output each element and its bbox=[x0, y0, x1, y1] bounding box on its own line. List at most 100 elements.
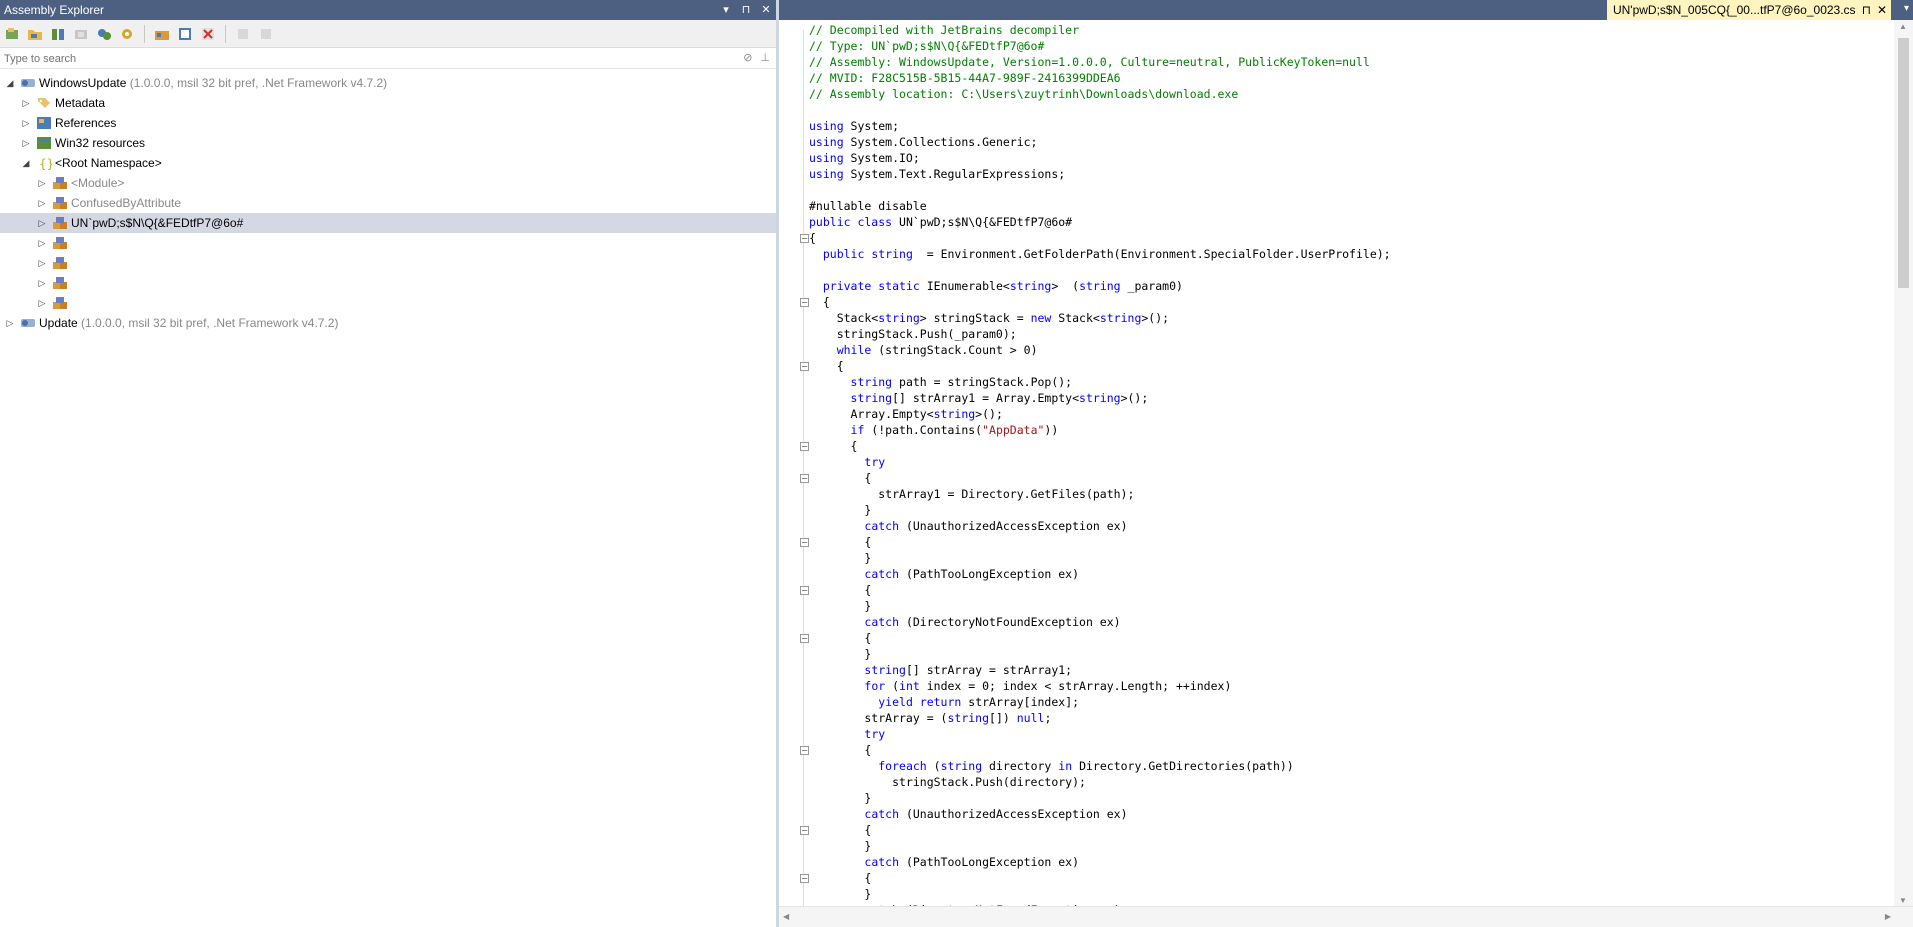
expand-arrow-icon[interactable]: ▷ bbox=[36, 233, 48, 253]
search-input[interactable] bbox=[0, 49, 726, 69]
scroll-down-icon[interactable]: ▼ bbox=[1899, 896, 1907, 905]
code-line: } bbox=[809, 646, 871, 662]
code-keyword: catch bbox=[864, 855, 900, 869]
export-button[interactable] bbox=[175, 24, 195, 44]
tag-icon bbox=[36, 96, 52, 110]
fold-gutter bbox=[803, 30, 804, 907]
fold-toggle-icon[interactable]: − bbox=[800, 362, 809, 371]
expand-arrow-icon[interactable]: ▷ bbox=[36, 293, 48, 313]
panel-close-button[interactable]: ✕ bbox=[760, 0, 772, 20]
expand-arrow-icon[interactable]: ▷ bbox=[36, 193, 48, 213]
namespace-icon: {} bbox=[36, 156, 54, 171]
code-text: } bbox=[809, 599, 872, 613]
scroll-up-icon[interactable]: ▲ bbox=[1899, 22, 1907, 31]
fold-toggle-icon[interactable]: − bbox=[800, 874, 809, 883]
vertical-scrollbar[interactable]: ▲ ▼ bbox=[1894, 20, 1913, 907]
tree-node[interactable]: ▷ bbox=[0, 253, 776, 273]
scrollbar-thumb[interactable] bbox=[1898, 38, 1909, 288]
scroll-left-icon[interactable]: ◀ bbox=[783, 912, 789, 921]
assembly-icon bbox=[20, 316, 36, 330]
panel-pin-button[interactable]: ⊓ bbox=[740, 0, 752, 20]
assembly-list-button[interactable] bbox=[152, 24, 172, 44]
tree-node[interactable]: ▷ Update (1.0.0.0, msil 32 bit pref, .Net… bbox=[0, 313, 776, 333]
fold-toggle-icon[interactable]: − bbox=[800, 826, 809, 835]
horizontal-scrollbar[interactable]: ◀ ▶ bbox=[779, 906, 1913, 927]
panel-menu-button[interactable]: ▾ bbox=[720, 0, 732, 20]
collapse-arrow-icon[interactable]: ◢ bbox=[4, 73, 16, 93]
export-icon bbox=[179, 27, 191, 40]
fold-toggle-icon[interactable]: − bbox=[800, 586, 809, 595]
tab-overflow-icon[interactable]: ▾ bbox=[1904, 3, 1909, 14]
panel-title-bar: Assembly Explorer ▾ ⊓ ✕ bbox=[0, 0, 776, 20]
tree-node[interactable]: ▷ <Module> bbox=[0, 173, 776, 193]
code-text: strArray[index]; bbox=[961, 695, 1080, 709]
code-line: } bbox=[809, 598, 871, 614]
expand-arrow-icon[interactable]: ▷ bbox=[20, 113, 32, 133]
code-line: catch (DirectoryNotFoundException ex) bbox=[809, 614, 1121, 630]
fold-toggle-icon[interactable]: − bbox=[800, 442, 809, 451]
tree-node[interactable]: ▷ bbox=[0, 233, 776, 253]
code-text: } bbox=[809, 503, 872, 517]
code-keyword: foreach bbox=[878, 759, 927, 773]
search-options-icon[interactable]: ⊘ bbox=[743, 51, 752, 64]
fold-toggle-icon[interactable]: − bbox=[800, 634, 809, 643]
code-view[interactable]: // Decompiled with JetBrains decompiler /… bbox=[779, 20, 1894, 907]
tree-node[interactable]: ▷ Metadata bbox=[0, 93, 776, 113]
tree-node[interactable]: ▷ bbox=[0, 293, 776, 313]
open-process-button[interactable] bbox=[94, 24, 114, 44]
open-gac-button[interactable] bbox=[71, 24, 91, 44]
tree-node[interactable]: ▷ Win32 resources bbox=[0, 133, 776, 153]
back-button[interactable] bbox=[233, 24, 253, 44]
code-line: yield return strArray[index]; bbox=[809, 694, 1079, 710]
fold-toggle-icon[interactable]: − bbox=[800, 538, 809, 547]
fold-toggle-icon[interactable]: − bbox=[800, 234, 809, 243]
open-nuget-button[interactable] bbox=[48, 24, 68, 44]
tree-node-label: ConfusedByAttribute bbox=[71, 196, 182, 210]
code-text: _param0) bbox=[1120, 279, 1183, 293]
tree-node[interactable]: ▷ bbox=[0, 273, 776, 293]
gear-icon bbox=[122, 28, 132, 39]
tab-close-icon[interactable]: ✕ bbox=[1877, 0, 1887, 20]
fold-toggle-icon[interactable]: − bbox=[800, 474, 809, 483]
expand-arrow-icon[interactable]: ▷ bbox=[36, 173, 48, 193]
code-line: { bbox=[809, 742, 871, 758]
collapse-arrow-icon[interactable]: ◢ bbox=[20, 153, 32, 173]
code-text: Array.Empty< bbox=[809, 407, 934, 421]
code-keyword: catch bbox=[864, 807, 900, 821]
open-folder-button[interactable] bbox=[25, 24, 45, 44]
open-assembly-button[interactable] bbox=[2, 24, 22, 44]
tree-node[interactable]: ◢ {}<Root Namespace> bbox=[0, 153, 776, 173]
code-text: } bbox=[809, 887, 872, 901]
code-keyword: for bbox=[864, 679, 886, 693]
code-text: [] strArray1 = Array.Empty< bbox=[892, 391, 1080, 405]
tree-node[interactable]: ▷ References bbox=[0, 113, 776, 133]
expand-arrow-icon[interactable]: ▷ bbox=[4, 313, 16, 333]
tree-node[interactable]: ◢ WindowsUpdate (1.0.0.0, msil 32 bit pre… bbox=[0, 73, 776, 93]
code-text: (DirectoryNotFoundException ex) bbox=[899, 615, 1121, 629]
code-text: strArray1 = Directory.GetFiles(path); bbox=[809, 487, 1135, 501]
fold-toggle-icon[interactable]: − bbox=[800, 746, 809, 755]
fold-toggle-icon[interactable]: − bbox=[800, 298, 809, 307]
expand-arrow-icon[interactable]: ▷ bbox=[20, 93, 32, 113]
scroll-right-icon[interactable]: ▶ bbox=[1885, 912, 1891, 921]
expand-arrow-icon[interactable]: ▷ bbox=[36, 273, 48, 293]
pin-icon[interactable]: ⊥ bbox=[760, 51, 770, 64]
code-line: using System.Collections.Generic; bbox=[809, 134, 1038, 150]
expand-arrow-icon[interactable]: ▷ bbox=[20, 133, 32, 153]
forward-button[interactable] bbox=[256, 24, 276, 44]
code-text: System.Text.RegularExpressions; bbox=[843, 167, 1066, 181]
tab-active-document[interactable]: UN'pwD;s$N_005CQ{_00...tfP7@6o_0023.cs ⊓… bbox=[1606, 0, 1891, 20]
remove-button[interactable] bbox=[198, 24, 218, 44]
tab-pin-icon[interactable]: ⊓ bbox=[1862, 0, 1871, 20]
settings-button[interactable] bbox=[117, 24, 137, 44]
tree-node[interactable]: ▷ ConfusedByAttribute bbox=[0, 193, 776, 213]
expand-arrow-icon[interactable]: ▷ bbox=[36, 253, 48, 273]
code-text: strArray = ( bbox=[809, 711, 948, 725]
code-line: catch (PathTooLongException ex) bbox=[809, 854, 1079, 870]
code-text: ; bbox=[1044, 711, 1052, 725]
expand-arrow-icon[interactable]: ▷ bbox=[36, 213, 48, 233]
tree-node[interactable]: ▷ UN`pwD;s$N\Q{&FEDtfP7@6o# bbox=[0, 213, 776, 233]
